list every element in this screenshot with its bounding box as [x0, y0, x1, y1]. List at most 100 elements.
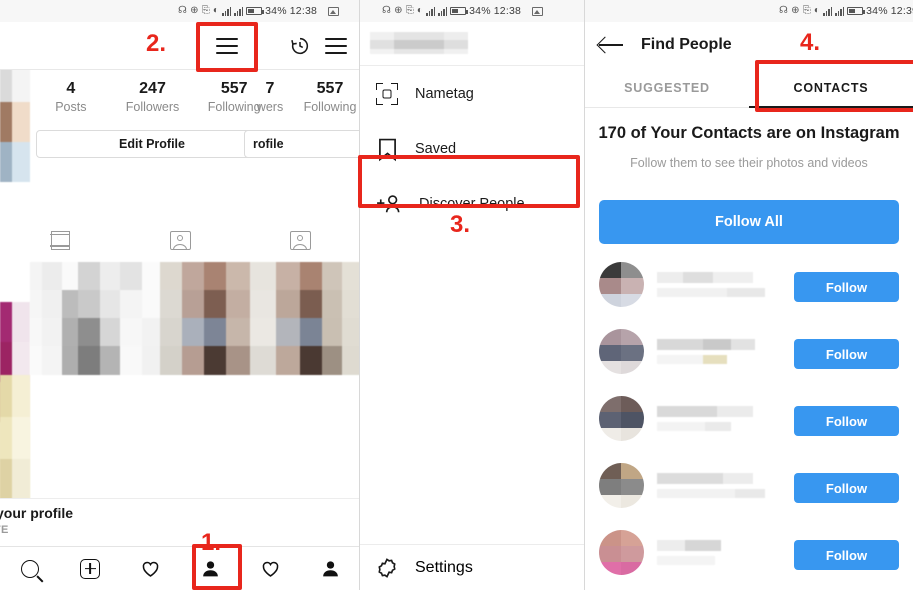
instagram-side-menu-panel: ☊ ⊕ ⎘ ◐ 34% 12:38 Nametag Saved Discover… [360, 0, 585, 590]
panel-divider-1 [359, 0, 360, 590]
wifi-icon-3: ◐ [813, 5, 821, 16]
blurred-username [370, 32, 468, 54]
status-bar: ☊ ⊕ ⎘ ◐ 34% 12:38 [0, 0, 360, 22]
profile-note: your profile ETE [0, 498, 360, 546]
nav-profile-clipped [300, 558, 360, 579]
tab-grid[interactable] [0, 230, 120, 250]
avatar [599, 262, 644, 307]
follow-button[interactable]: Follow [794, 473, 899, 503]
menu-item-settings-label: Settings [415, 558, 473, 576]
profile-note-line2: ETE [0, 524, 9, 536]
annotation-number-2: 2. [146, 30, 167, 57]
page-title: Find People [641, 36, 732, 53]
nametag-icon [376, 82, 398, 105]
follow-button[interactable]: Follow [794, 339, 899, 369]
menu-item-discover-people-label: Discover People [419, 195, 525, 212]
profile-header [0, 22, 360, 70]
battery-icon-2 [450, 7, 469, 15]
sim-icon: ⎘ [201, 5, 210, 16]
contact-list-item[interactable]: Follow [585, 524, 913, 590]
avatar [599, 463, 644, 508]
signal-icon-3b [835, 6, 845, 16]
followers-label-clipped: wers [256, 99, 284, 114]
nav-search[interactable] [0, 559, 60, 578]
menu-item-discover-people[interactable]: Discover People [360, 176, 585, 231]
stat-followers-clipped: 7 wers [240, 80, 300, 115]
battery-percent-3: 34% [866, 5, 888, 17]
add-person-icon [376, 193, 402, 215]
battery-icon-3 [847, 7, 866, 15]
annotation-number-4: 4. [800, 29, 821, 56]
contact-list-item[interactable]: Follow [585, 457, 913, 524]
nav-profile[interactable] [180, 558, 240, 579]
edit-profile-button[interactable]: Edit Profile [36, 130, 268, 158]
signal-icon-3a [823, 6, 833, 16]
signal-icon-2a [426, 6, 436, 16]
find-people-panel: ☊ ⊕ ⎘ ◐ 34% 12:39 Find People SUGGESTED … [585, 0, 913, 590]
contacts-headline: 170 of Your Contacts are on Instagram [598, 124, 900, 142]
posts-label: Posts [55, 99, 87, 114]
avatar [599, 329, 644, 374]
follow-button[interactable]: Follow [794, 540, 899, 570]
clock: 12:38 [289, 5, 318, 17]
annotation-number-1: 1. [201, 529, 222, 556]
follow-button[interactable]: Follow [794, 406, 899, 436]
headphone-icon: ☊ [178, 5, 188, 16]
signal-icon-1 [222, 6, 232, 16]
nav-activity-clipped [240, 558, 300, 579]
gear-icon [376, 557, 398, 579]
stat-posts[interactable]: 4 Posts [30, 80, 112, 115]
nav-activity[interactable] [120, 558, 180, 579]
signal-icon-2b [438, 6, 448, 16]
menu-item-saved[interactable]: Saved [360, 121, 585, 176]
stat-following-clipped: 557 Following [300, 80, 360, 115]
headphone-icon-2: ☊ [382, 5, 392, 16]
sim-icon-2: ⎘ [405, 5, 414, 16]
following-count-clipped: 557 [316, 80, 344, 98]
contacts-subtext: Follow them to see their photos and vide… [630, 156, 868, 170]
profile-stats-clipped: 7 wers 557 Following [240, 70, 360, 125]
bookmark-icon [376, 138, 398, 161]
profile-note-line1: your profile [0, 505, 74, 521]
back-arrow-icon[interactable] [599, 37, 623, 53]
wifi-icon-2: ◐ [416, 5, 424, 16]
menu-item-nametag[interactable]: Nametag [360, 66, 585, 121]
tab-contacts[interactable]: CONTACTS [749, 68, 913, 108]
contact-name-blurred [657, 339, 755, 364]
tagged-icon-2 [289, 230, 311, 250]
contact-list-item[interactable]: Follow [585, 390, 913, 457]
tab-tagged-2[interactable] [240, 230, 360, 250]
search-icon [21, 559, 39, 578]
profile-grid-tabs [0, 218, 360, 262]
contact-list-item[interactable]: Follow [585, 323, 913, 390]
contact-list-item[interactable]: Follow [585, 256, 913, 323]
followers-count-clipped: 7 [265, 80, 275, 98]
clock-2: 12:38 [493, 5, 522, 17]
status-bar-2: ☊ ⊕ ⎘ ◐ 34% 12:38 [360, 0, 585, 22]
profile-person-icon-clipped [322, 561, 338, 577]
menu-list: Nametag Saved Discover People [360, 66, 585, 231]
posts-count: 4 [66, 80, 76, 98]
clock-3: 12:39 [890, 5, 913, 17]
menu-item-settings[interactable]: Settings [360, 544, 585, 590]
location-icon-3: ⊕ [791, 5, 800, 16]
location-icon: ⊕ [190, 5, 199, 16]
following-label-clipped: Following [303, 99, 357, 114]
edit-profile-button-clipped: rofile [244, 130, 360, 158]
tab-tagged[interactable] [120, 230, 240, 250]
tab-suggested[interactable]: SUGGESTED [585, 68, 749, 107]
photo-grid[interactable] [30, 262, 360, 375]
contact-name-blurred [657, 473, 765, 498]
follow-all-button[interactable]: Follow All [599, 200, 899, 244]
contact-name-blurred [657, 272, 765, 297]
history-icon[interactable] [289, 35, 311, 62]
follow-button[interactable]: Follow [794, 272, 899, 302]
nav-add-post[interactable] [60, 558, 120, 579]
battery-icon [246, 7, 265, 15]
annotation-number-3: 3. [450, 211, 471, 238]
find-people-tabs: SUGGESTED CONTACTS [585, 68, 913, 108]
activity-heart-icon-clipped [262, 561, 278, 577]
stat-followers[interactable]: 247 Followers [112, 80, 194, 115]
avatar [599, 530, 644, 575]
contact-name-blurred [657, 406, 753, 431]
